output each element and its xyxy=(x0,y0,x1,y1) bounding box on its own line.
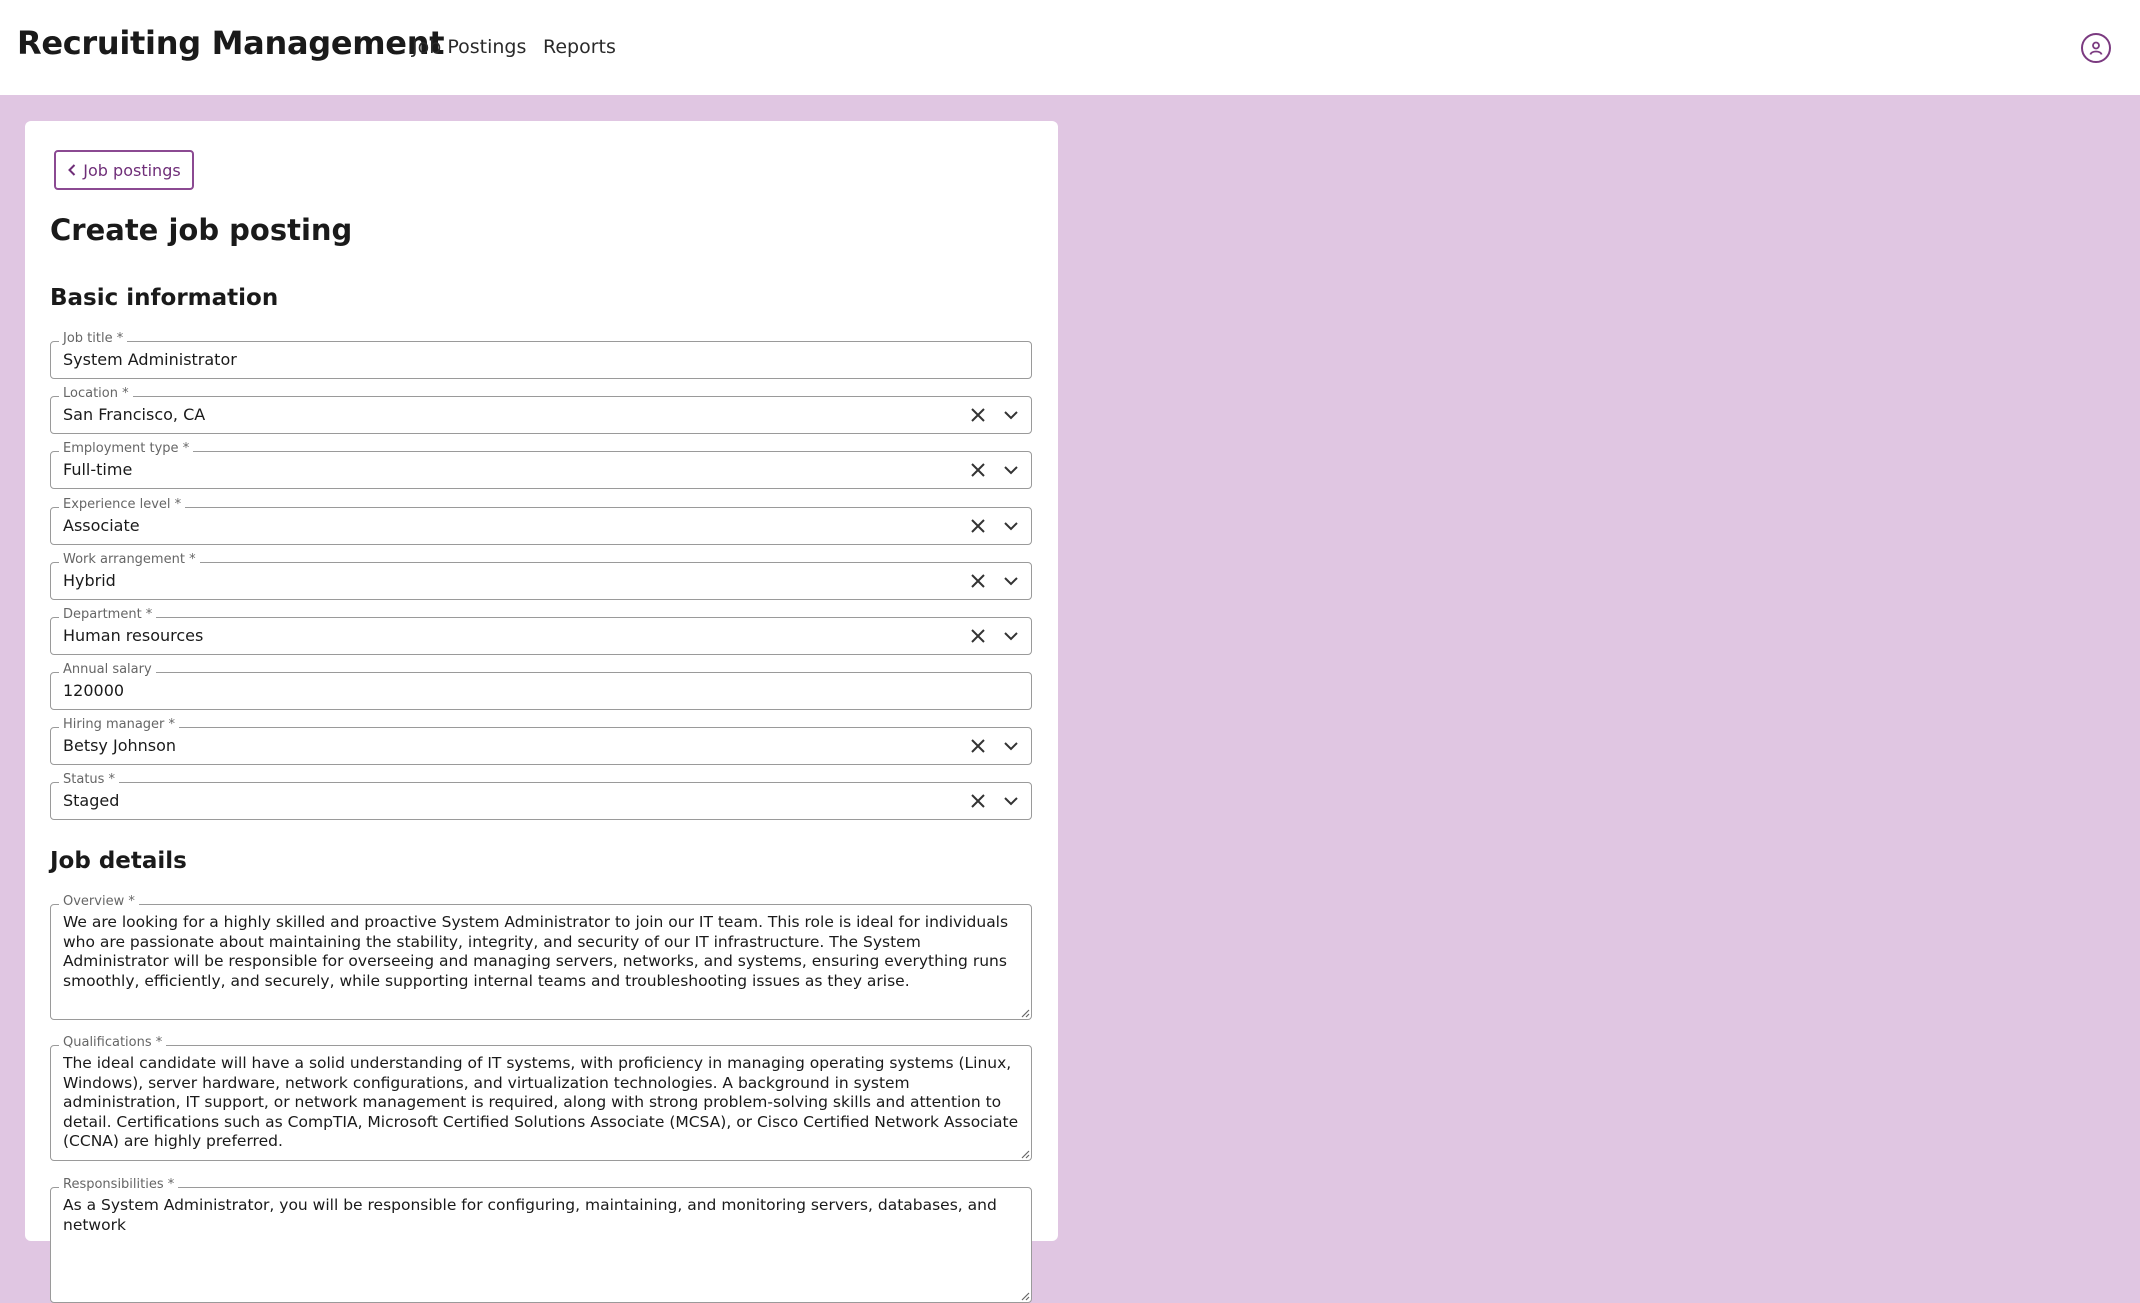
job-title-input[interactable]: Job title * System Administrator xyxy=(50,331,1032,379)
clear-icon[interactable] xyxy=(969,461,987,479)
section-job-details: Job details xyxy=(50,848,187,874)
field-label: Employment type * xyxy=(59,441,194,457)
back-to-job-postings-button[interactable]: Job postings xyxy=(54,150,194,190)
hiring-manager-select[interactable]: Hiring manager * Betsy Johnson xyxy=(50,717,1032,765)
responsibilities-textarea[interactable]: Responsibilities * As a System Administra… xyxy=(50,1177,1032,1303)
overview-textarea[interactable]: Overview * We are looking for a highly sk… xyxy=(50,894,1032,1020)
clear-icon[interactable] xyxy=(969,627,987,645)
field-label: Location * xyxy=(59,386,133,402)
resize-handle-icon[interactable] xyxy=(1019,1290,1030,1301)
field-label: Department * xyxy=(59,607,157,623)
chevron-left-icon xyxy=(68,164,76,176)
field-label: Overview * xyxy=(59,894,139,910)
work-arrangement-select[interactable]: Work arrangement * Hybrid xyxy=(50,552,1032,600)
field-label: Job title * xyxy=(59,331,128,347)
field-label: Qualifications * xyxy=(59,1035,167,1051)
field-label: Responsibilities * xyxy=(59,1177,179,1193)
field-value: Betsy Johnson xyxy=(63,736,177,755)
field-value: System Administrator xyxy=(63,350,237,369)
page-title: Create job posting xyxy=(50,213,353,247)
location-select[interactable]: Location * San Francisco, CA xyxy=(50,386,1032,434)
clear-icon[interactable] xyxy=(969,792,987,810)
annual-salary-input[interactable]: Annual salary 120000 xyxy=(50,662,1032,710)
field-value: Full-time xyxy=(63,460,133,479)
status-select[interactable]: Status * Staged xyxy=(50,772,1032,820)
field-value: San Francisco, CA xyxy=(63,405,206,424)
clear-icon[interactable] xyxy=(969,737,987,755)
field-label: Status * xyxy=(59,772,120,788)
chevron-down-icon[interactable] xyxy=(1002,737,1020,755)
create-job-card: Job postings Create job posting Basic in… xyxy=(25,121,1058,1303)
experience-level-select[interactable]: Experience level * Associate xyxy=(50,497,1032,545)
nav-reports[interactable]: Reports xyxy=(543,36,616,58)
field-value: 120000 xyxy=(63,681,125,700)
section-basic-information: Basic information xyxy=(50,285,279,311)
clear-icon[interactable] xyxy=(969,517,987,535)
field-label: Work arrangement * xyxy=(59,552,200,568)
chevron-down-icon[interactable] xyxy=(1002,572,1020,590)
employment-type-select[interactable]: Employment type * Full-time xyxy=(50,441,1032,489)
field-value: Associate xyxy=(63,516,140,535)
chevron-down-icon[interactable] xyxy=(1002,517,1020,535)
field-value: Human resources xyxy=(63,626,204,645)
chevron-down-icon[interactable] xyxy=(1002,627,1020,645)
resize-handle-icon[interactable] xyxy=(1019,1148,1030,1159)
qualifications-textarea[interactable]: Qualifications * The ideal candidate will… xyxy=(50,1035,1032,1161)
chevron-down-icon[interactable] xyxy=(1002,461,1020,479)
nav-job-postings[interactable]: Job Postings xyxy=(412,36,526,58)
field-value: Hybrid xyxy=(63,571,116,590)
user-menu-button[interactable] xyxy=(2081,33,2111,63)
field-value: Staged xyxy=(63,791,120,810)
back-button-label: Job postings xyxy=(83,160,181,180)
textarea-content: As a System Administrator, you will be r… xyxy=(63,1196,997,1234)
textarea-content: We are looking for a highly skilled and … xyxy=(63,913,1009,990)
textarea-content: The ideal candidate will have a solid un… xyxy=(63,1054,1019,1150)
top-bar: Recruiting Management Job Postings Repor… xyxy=(0,0,2140,95)
field-label: Annual salary xyxy=(59,662,156,678)
field-label: Hiring manager * xyxy=(59,717,180,733)
resize-handle-icon[interactable] xyxy=(1019,1007,1030,1018)
user-circle-icon xyxy=(2089,41,2103,55)
chevron-down-icon[interactable] xyxy=(1002,406,1020,424)
field-label: Experience level * xyxy=(59,497,186,513)
app-title: Recruiting Management xyxy=(17,24,445,62)
chevron-down-icon[interactable] xyxy=(1002,792,1020,810)
clear-icon[interactable] xyxy=(969,572,987,590)
clear-icon[interactable] xyxy=(969,406,987,424)
department-select[interactable]: Department * Human resources xyxy=(50,607,1032,655)
